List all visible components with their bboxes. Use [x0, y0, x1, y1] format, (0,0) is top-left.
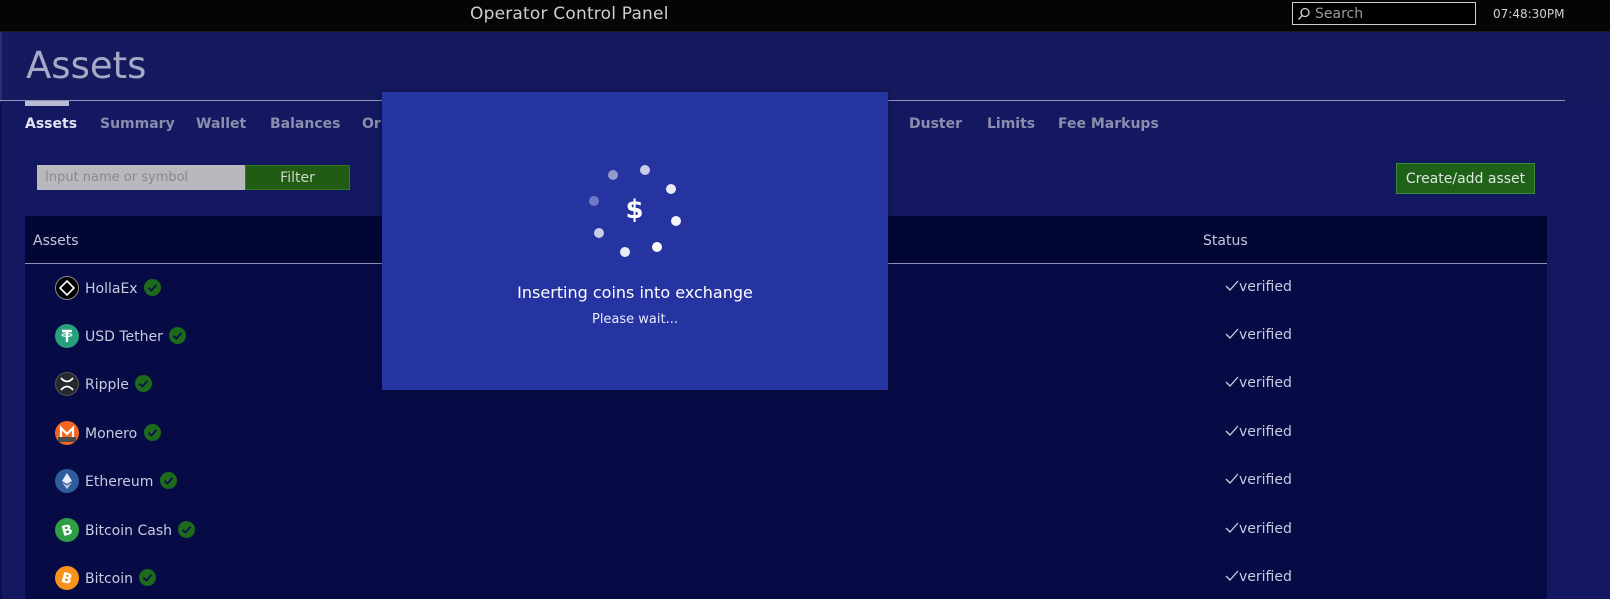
- asset-name: HollaEx: [85, 279, 162, 297]
- status-badge: verified: [1225, 375, 1292, 391]
- status-badge: verified: [1225, 521, 1292, 537]
- asset-filter-input[interactable]: [37, 165, 245, 190]
- column-header-assets: Assets: [33, 233, 79, 249]
- bitcoin-icon: B: [55, 566, 79, 590]
- verified-check-icon: [178, 521, 196, 538]
- monero-icon: [55, 421, 79, 445]
- table-row[interactable]: B Bitcoin verified: [25, 554, 1547, 599]
- tab-fee-markups[interactable]: Fee Markups: [1058, 116, 1159, 132]
- verified-check-icon: [143, 424, 161, 441]
- svg-text:$: $: [625, 195, 643, 225]
- verified-check-icon: [169, 327, 187, 344]
- check-icon: [1225, 473, 1239, 484]
- asset-name: Ethereum: [85, 472, 177, 490]
- top-bar: Operator Control Panel 07:48:30PM: [0, 0, 1610, 32]
- status-badge: verified: [1225, 327, 1292, 343]
- table-row[interactable]: B Bitcoin Cash verified: [25, 506, 1547, 554]
- asset-name: Bitcoin Cash: [85, 521, 196, 539]
- check-icon: [1225, 376, 1239, 387]
- app-title: Operator Control Panel: [470, 4, 669, 24]
- tab-limits[interactable]: Limits: [987, 116, 1035, 132]
- status-badge: verified: [1225, 424, 1292, 440]
- page-title: Assets: [26, 44, 147, 87]
- tab-balances[interactable]: Balances: [270, 116, 340, 132]
- search-icon: [1293, 3, 1315, 24]
- tab-assets[interactable]: Assets: [25, 116, 77, 132]
- verified-check-icon: [144, 279, 162, 296]
- check-icon: [1225, 328, 1239, 339]
- table-row[interactable]: Monero verified: [25, 409, 1547, 457]
- active-tab-indicator: [25, 101, 69, 106]
- asset-name: Monero: [85, 424, 161, 442]
- ripple-icon: [55, 372, 79, 396]
- status-badge: verified: [1225, 569, 1292, 585]
- svg-text:B: B: [60, 522, 74, 538]
- verified-check-icon: [159, 472, 177, 489]
- bitcoin-cash-icon: B: [55, 518, 79, 542]
- search-box[interactable]: [1292, 2, 1476, 25]
- svg-text:B: B: [60, 570, 74, 586]
- tab-duster[interactable]: Duster: [909, 116, 962, 132]
- create-asset-button[interactable]: Create/add asset: [1396, 163, 1535, 194]
- check-icon: [1225, 522, 1239, 533]
- hollaex-icon: [55, 276, 79, 300]
- tab-summary[interactable]: Summary: [100, 116, 175, 132]
- status-badge: verified: [1225, 472, 1292, 488]
- search-input[interactable]: [1315, 5, 1465, 22]
- verified-check-icon: [135, 375, 153, 392]
- clock: 07:48:30PM: [1493, 7, 1565, 21]
- asset-name: Ripple: [85, 375, 153, 393]
- verified-check-icon: [139, 569, 157, 586]
- loading-modal: $ Inserting coins into exchange Please w…: [382, 92, 888, 390]
- asset-name: USD Tether: [85, 327, 187, 345]
- check-icon: [1225, 280, 1239, 291]
- loading-submessage: Please wait...: [591, 312, 679, 327]
- status-badge: verified: [1225, 279, 1292, 295]
- asset-name: Bitcoin: [85, 569, 157, 587]
- check-icon: [1225, 425, 1239, 436]
- tab-wallet[interactable]: Wallet: [196, 116, 246, 132]
- table-row[interactable]: Ethereum verified: [25, 457, 1547, 505]
- loading-message: Inserting coins into exchange: [517, 283, 753, 302]
- column-header-status: Status: [1203, 233, 1248, 249]
- tether-icon: [55, 324, 79, 348]
- tab-orders[interactable]: Or: [362, 116, 381, 132]
- ethereum-icon: [55, 469, 79, 493]
- check-icon: [1225, 570, 1239, 581]
- filter-button[interactable]: Filter: [245, 165, 350, 190]
- loading-spinner-icon: $: [589, 165, 681, 257]
